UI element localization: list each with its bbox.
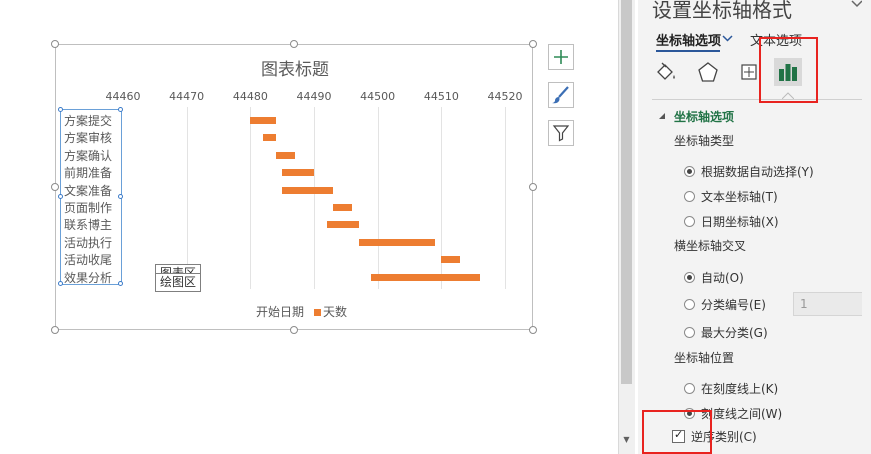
x-tick-label: 44470 (169, 90, 205, 103)
days-bar[interactable] (358, 238, 435, 246)
chart-elements-button[interactable] (548, 44, 574, 70)
radio-icon (684, 382, 695, 394)
x-tick-label: 44480 (232, 90, 268, 103)
pane-title: 设置坐标轴格式 (652, 0, 792, 22)
x-tick-label: 44520 (487, 90, 523, 103)
pane-scrollbar[interactable] (862, 0, 871, 454)
x-tick-label: 44490 (296, 90, 332, 103)
resize-handle-br[interactable] (529, 326, 537, 334)
fill-line-button[interactable] (652, 58, 680, 86)
y-category-label: 前期准备 (64, 166, 113, 181)
radio-date-axis[interactable]: 日期坐标轴(X) (684, 213, 779, 229)
format-axis-pane: 设置坐标轴格式 坐标轴选项 文本选项 坐标轴选项 坐标轴类型 根据数据自动选择(… (638, 0, 871, 454)
resize-handle-tm[interactable] (290, 40, 298, 48)
worksheet[interactable]: 图表标题 44460 44470 44480 44490 44500 44510 44520… (0, 0, 618, 454)
active-tab-indicator (656, 50, 720, 52)
days-bar[interactable] (371, 273, 480, 281)
radio-icon (684, 298, 695, 310)
effects-button[interactable] (694, 58, 722, 86)
radio-icon (684, 271, 695, 283)
y-category-label: 活动执行 (64, 235, 113, 250)
resize-handle-bm[interactable] (290, 326, 298, 334)
axis-selection-handle[interactable] (58, 194, 63, 199)
pentagon-icon (698, 62, 718, 82)
highlight-axis-options-icon (759, 37, 818, 103)
radio-icon (684, 165, 695, 177)
y-category-label: 效果分析 (64, 270, 113, 285)
legend-start-date[interactable]: 开始日期 (256, 303, 304, 320)
axis-type-label: 坐标轴类型 (674, 134, 735, 148)
gridline (377, 107, 379, 289)
y-category-label: 方案审核 (64, 131, 113, 146)
plot-area-tooltip: 绘图区 (155, 273, 202, 292)
radio-cross-auto[interactable]: 自动(O) (684, 269, 744, 285)
days-bar[interactable] (275, 151, 295, 159)
days-bar[interactable] (326, 221, 359, 229)
brush-icon (552, 86, 569, 104)
axis-selection-handle[interactable] (118, 194, 123, 199)
gridline (314, 107, 315, 289)
legend-days[interactable]: 天数 (323, 303, 347, 320)
size-properties-icon (741, 64, 757, 80)
radio-icon (684, 326, 695, 338)
days-bar[interactable] (282, 169, 314, 177)
resize-handle-tl[interactable] (51, 40, 59, 48)
x-tick-label: 44510 (423, 90, 459, 103)
chart-filters-button[interactable] (548, 120, 574, 146)
legend-days-swatch (314, 309, 321, 316)
radio-auto-select[interactable]: 根据数据自动选择(Y) (684, 163, 814, 179)
tab-axis-options[interactable]: 坐标轴选项 (656, 30, 721, 49)
radio-icon (684, 215, 695, 227)
section-axis-options[interactable]: 坐标轴选项 (674, 108, 734, 125)
y-category-label: 页面制作 (64, 201, 113, 215)
scrollbar-thumb[interactable] (621, 0, 632, 384)
filter-icon (552, 125, 570, 142)
resize-handle-tr[interactable] (529, 40, 537, 48)
days-bar[interactable] (441, 256, 461, 264)
radio-on-tick-marks[interactable]: 在刻度线上(K) (684, 380, 778, 396)
y-category-label: 方案确认 (64, 148, 113, 163)
radio-text-axis[interactable]: 文本坐标轴(T) (684, 188, 778, 204)
y-category-label: 活动收尾 (64, 253, 113, 268)
sheet-vertical-scrollbar[interactable]: ▼ (618, 0, 635, 454)
x-tick-label: 44460 (105, 90, 141, 103)
gridline (186, 107, 188, 289)
highlight-reverse-categories (642, 410, 712, 454)
x-tick-label: 44500 (360, 90, 396, 103)
chart-styles-button[interactable] (548, 82, 574, 108)
radio-cross-category-number[interactable]: 分类编号(E) (684, 296, 766, 312)
axis-selection-handle[interactable] (58, 107, 63, 112)
chart-title[interactable]: 图表标题 (56, 55, 534, 80)
axis-position-label: 坐标轴位置 (674, 351, 735, 365)
gridline (505, 107, 506, 289)
days-bar[interactable] (263, 134, 276, 142)
days-bar[interactable] (333, 204, 353, 211)
category-number-input[interactable]: 1 (793, 292, 871, 316)
axis-selection-handle[interactable] (118, 107, 123, 112)
chart-area[interactable]: 图表标题 44460 44470 44480 44490 44500 44510 44520… (55, 44, 533, 330)
y-category-label: 文案准备 (64, 183, 113, 198)
collapse-triangle-icon[interactable] (658, 112, 666, 120)
radio-icon (684, 190, 695, 202)
scroll-down-arrow-icon[interactable]: ▼ (621, 434, 632, 446)
axis-cross-label: 横坐标轴交叉 (674, 239, 747, 253)
days-bar[interactable] (250, 117, 276, 124)
paint-bucket-icon (657, 62, 675, 80)
radio-cross-max-category[interactable]: 最大分类(G) (684, 324, 768, 340)
chevron-down-icon[interactable] (722, 35, 733, 43)
days-bar[interactable] (282, 186, 334, 194)
plus-icon (554, 50, 568, 64)
y-category-label: 联系博主 (64, 218, 113, 233)
resize-handle-bl[interactable] (51, 326, 59, 334)
gridline (250, 107, 252, 289)
resize-handle-ml[interactable] (51, 183, 59, 191)
axis-selection-handle[interactable] (58, 281, 63, 286)
resize-handle-mr[interactable] (529, 183, 537, 191)
y-category-label: 方案提交 (64, 114, 113, 128)
axis-selection-handle[interactable] (118, 281, 123, 286)
